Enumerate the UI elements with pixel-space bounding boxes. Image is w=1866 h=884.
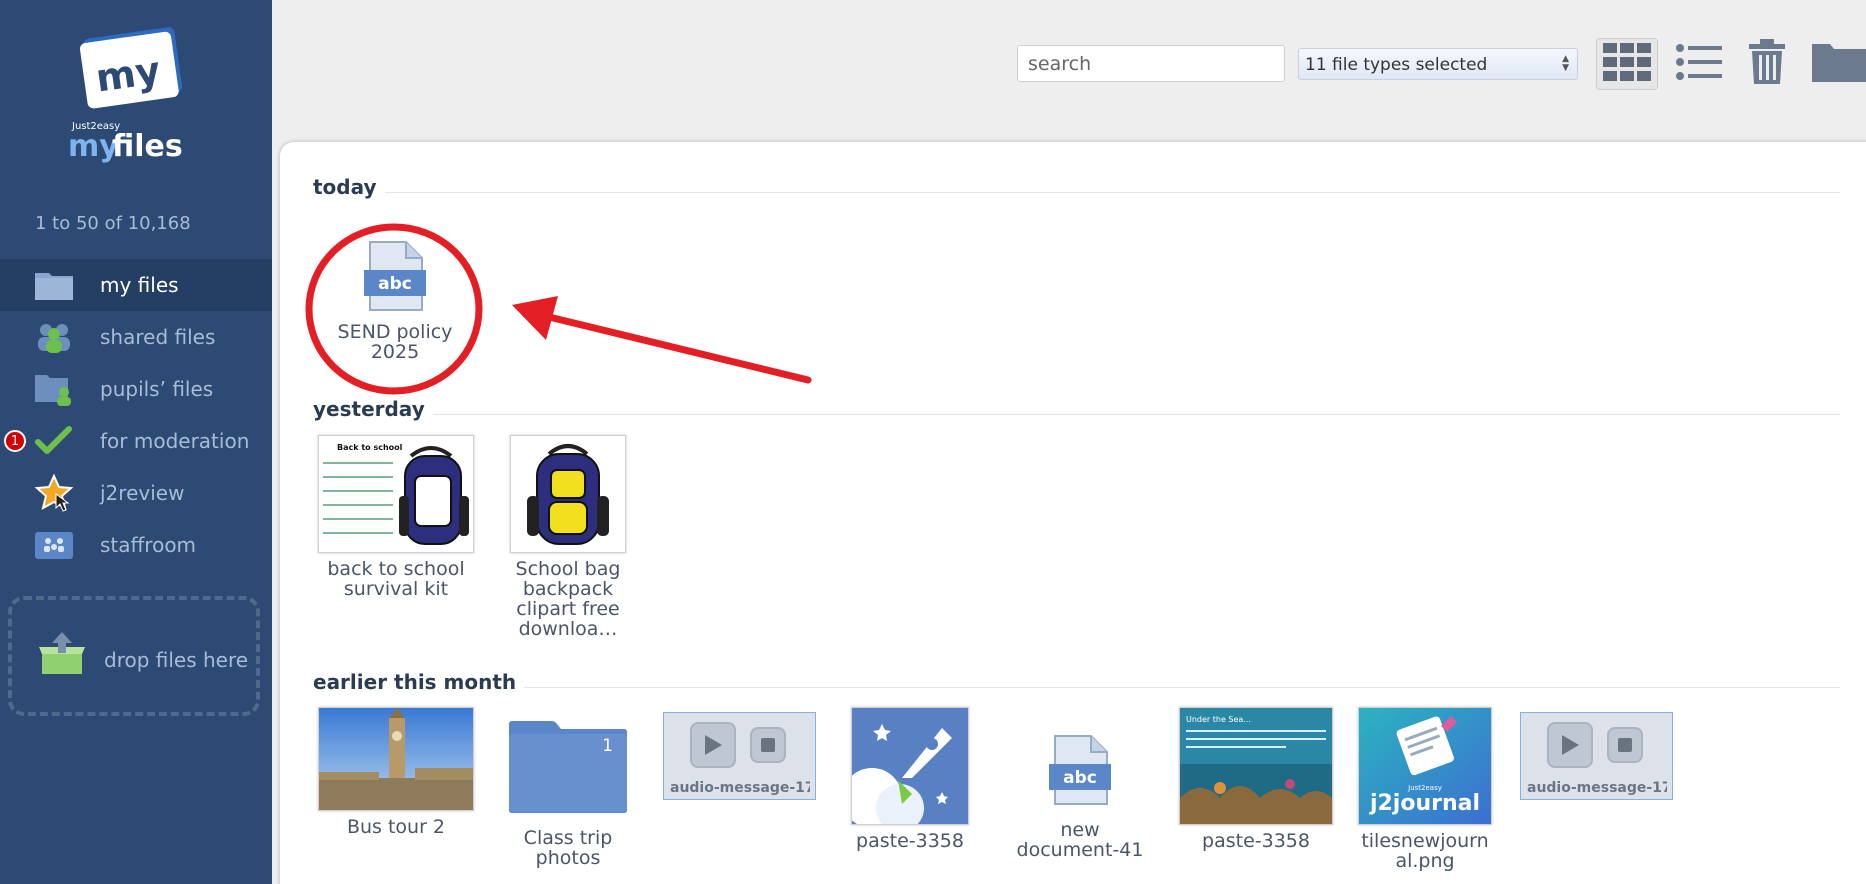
audio-file-name: audio-message-17 (1527, 780, 1667, 796)
j2journal-thumbnail: Just2easy j2journal (1358, 707, 1492, 825)
rocket-thumbnail (851, 707, 969, 825)
grid-view-button[interactable] (1596, 38, 1658, 90)
file-name: tilesnewjournal.png (1361, 830, 1489, 872)
sidebar-item-pupils-files[interactable]: pupils’ files (0, 363, 272, 415)
section-heading-earlier-this-month: earlier this month (313, 670, 525, 694)
big-ben-photo-thumbnail (318, 707, 474, 811)
audio-file-name: audio-message-17 (670, 780, 810, 796)
upload-box-icon (38, 632, 86, 680)
select-arrows-icon: ▲ ▼ (1562, 54, 1569, 73)
search-input[interactable] (1017, 45, 1285, 82)
section-heading-yesterday: yesterday (313, 397, 433, 421)
folder-icon: 1 (507, 720, 629, 814)
backpack-clipart-thumbnail (510, 435, 626, 553)
file-item[interactable]: audio-message-17 (663, 712, 817, 800)
file-name: SEND policy 2025 (337, 321, 453, 363)
file-item[interactable]: Back to school back to school survival k… (317, 435, 475, 599)
myfiles-logo[interactable]: my Just2easy my files (62, 26, 202, 166)
sidebar: my Just2easy my files 1 to 50 of 10,168 … (0, 0, 272, 884)
folder-item-count: 1 (602, 736, 613, 756)
svg-text:Back to school: Back to school (337, 443, 403, 452)
sidebar-item-label: staffroom (100, 533, 197, 557)
file-item[interactable]: School bag backpack clipart free downloa… (500, 435, 636, 639)
under-the-sea-thumbnail: Under the Sea... (1179, 707, 1333, 825)
file-item[interactable]: paste-3358 (847, 707, 973, 851)
sidebar-item-shared-files[interactable]: shared files (0, 311, 272, 363)
svg-text:files: files (112, 129, 183, 164)
delete-button[interactable] (1742, 38, 1792, 90)
file-type-select[interactable]: 11 file types selected ▲ ▼ (1298, 48, 1578, 80)
backpack-worksheet-thumbnail: Back to school (318, 435, 474, 553)
file-name: paste-3358 (856, 830, 964, 852)
file-item[interactable]: Just2easy j2journal tilesnewjournal.png (1356, 707, 1494, 871)
list-icon (1676, 44, 1722, 84)
file-name: Class trip photos (523, 827, 613, 869)
pupils-folder-icon (34, 371, 74, 407)
sidebar-item-my-files[interactable]: my files (0, 259, 272, 311)
sidebar-item-for-moderation[interactable]: 1 for moderation (0, 415, 272, 467)
drop-files-zone[interactable]: drop files here (8, 596, 260, 716)
file-item[interactable]: Under the Sea... paste-3358 (1178, 707, 1334, 851)
shared-users-icon (34, 319, 74, 355)
file-name: School bag backpack clipart free downloa… (515, 558, 621, 640)
grid-icon (1602, 42, 1652, 86)
sidebar-item-label: for moderation (100, 429, 250, 453)
sidebar-item-label: shared files (100, 325, 216, 349)
section-divider (313, 414, 1840, 415)
play-icon[interactable] (1547, 722, 1593, 768)
file-name: new document-41 (1016, 819, 1144, 861)
folder-icon (1810, 42, 1866, 86)
file-item[interactable]: abc new document-41 (1008, 730, 1152, 860)
sidebar-item-label: my files (100, 273, 179, 297)
stop-icon[interactable] (750, 727, 786, 763)
audio-player-thumbnail: audio-message-17 (663, 712, 816, 800)
svg-text:j2journal: j2journal (1369, 791, 1480, 816)
file-name: paste-3358 (1202, 830, 1310, 852)
section-divider (313, 687, 1840, 688)
svg-text:abc: abc (1063, 768, 1097, 788)
sidebar-item-label: j2review (100, 481, 185, 505)
folder-icon (34, 267, 74, 303)
file-type-select-value: 11 file types selected (1305, 55, 1488, 75)
sidebar-item-staffroom[interactable]: staffroom (0, 519, 272, 571)
moderation-count-badge: 1 (4, 430, 26, 452)
file-item[interactable]: audio-message-17 (1520, 712, 1674, 800)
file-count: 1 to 50 of 10,168 (35, 213, 191, 234)
sidebar-item-label: pupils’ files (100, 377, 214, 401)
star-cursor-icon (34, 474, 74, 512)
svg-text:my: my (93, 48, 163, 101)
checkmark-icon (34, 423, 74, 459)
section-heading-today: today (313, 175, 385, 199)
stop-icon[interactable] (1607, 727, 1643, 763)
new-folder-button[interactable] (1810, 38, 1866, 90)
play-icon[interactable] (690, 722, 736, 768)
file-name: back to school survival kit (327, 558, 465, 600)
audio-player-thumbnail: audio-message-17 (1520, 712, 1673, 800)
file-name: Bus tour 2 (346, 816, 446, 838)
svg-text:abc: abc (378, 274, 412, 294)
staffroom-icon (34, 527, 74, 563)
abc-document-icon: abc (1040, 730, 1120, 810)
svg-text:Under the Sea...: Under the Sea... (1186, 715, 1251, 724)
sidebar-item-j2review[interactable]: j2review (0, 467, 272, 519)
trash-icon (1748, 39, 1786, 89)
list-view-button[interactable] (1672, 38, 1726, 90)
folder-item[interactable]: 1 Class trip photos (500, 720, 636, 868)
file-item[interactable]: Bus tour 2 (317, 707, 475, 837)
abc-document-icon: abc (355, 236, 435, 316)
file-item[interactable]: abc SEND policy 2025 (326, 236, 464, 362)
drop-files-label: drop files here (104, 648, 249, 672)
section-divider (313, 192, 1840, 193)
